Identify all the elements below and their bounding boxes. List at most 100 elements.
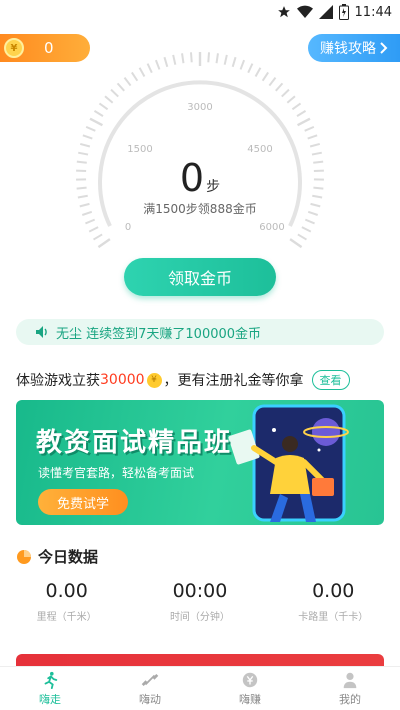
gauge-tick	[82, 134, 93, 140]
gauge-tick	[291, 102, 302, 111]
gauge-tick-label-4500: 4500	[247, 144, 272, 155]
banner-illustration	[228, 404, 349, 522]
stat-label: 卡路里（千卡）	[298, 612, 369, 623]
gauge-tick	[297, 233, 307, 241]
tab-label: 嗨赚	[239, 692, 261, 706]
banner-subtitle: 读懂考官套路，轻松备考面试	[38, 466, 195, 480]
gauge-tick	[304, 218, 315, 225]
gauge-tick	[172, 54, 177, 65]
gauge-tick	[110, 88, 119, 98]
gauge-tick	[215, 53, 219, 64]
gauge-tick-label-6000: 6000	[259, 222, 284, 233]
today-data-heading: 今日数据	[16, 546, 98, 567]
tab-walk[interactable]: 嗨走	[0, 667, 100, 710]
gauge-tick	[138, 67, 146, 77]
battery-icon	[338, 4, 349, 20]
tab-mine[interactable]: 我的	[300, 667, 400, 710]
gauge-tick	[268, 77, 277, 87]
promo-suffix: ，更有注册礼金等你拿	[163, 373, 304, 389]
tab-label: 嗨动	[139, 692, 161, 706]
tab-earn[interactable]: 嗨赚	[200, 667, 300, 710]
wifi-icon	[296, 5, 313, 19]
gauge-tick	[116, 82, 125, 92]
gauge-tick	[281, 88, 290, 98]
notice-bar: 无尘 连续签到7天赚了100000金币	[16, 319, 384, 345]
promo-line: 体验游戏立获 30000 ¥ ，更有注册礼金等你拿 查看	[16, 369, 384, 391]
gauge-tick	[301, 226, 312, 233]
today-stats: 0.00 里程（千米） 00:00 时间（分钟） 0.00 卡路里（千卡）	[0, 580, 400, 630]
gauge-tick	[307, 134, 318, 140]
gauge-tick	[146, 63, 153, 74]
promo-prefix: 体验游戏立获	[16, 373, 100, 389]
gauge-tick	[254, 67, 262, 77]
gauge-tick	[98, 102, 109, 111]
gauge-tick	[247, 63, 254, 74]
view-button[interactable]: 查看	[311, 370, 350, 390]
gauge-tick	[93, 233, 103, 241]
stat-value: 0.00	[312, 580, 355, 602]
banner-title: 教资面试精品班	[36, 428, 233, 458]
tab-label: 嗨走	[39, 692, 61, 706]
runner-icon	[44, 671, 58, 689]
status-bar: 11:44	[0, 0, 400, 24]
promo-amount: 30000	[100, 372, 145, 388]
coin-count: 0	[44, 39, 54, 57]
status-time: 11:44	[354, 4, 392, 20]
gauge-tick	[79, 142, 91, 148]
gauge-tick-label-3000: 3000	[187, 102, 212, 113]
gauge-tick	[104, 95, 114, 104]
gauge-tick	[223, 54, 228, 65]
gauge-tick	[88, 226, 99, 233]
speaker-icon	[36, 326, 47, 338]
gauge-tick	[163, 56, 169, 68]
gauge-tick	[85, 125, 96, 132]
claim-coins-button[interactable]: 领取金币	[124, 258, 276, 296]
gauge-tick	[275, 82, 284, 92]
steps-unit: 步	[206, 179, 221, 195]
gauge-tick	[289, 238, 303, 249]
notice-text: 无尘 连续签到7天赚了100000金币	[56, 326, 262, 342]
gauge-tick	[231, 56, 237, 68]
gauge-tick	[296, 110, 307, 118]
gauge-tick	[93, 110, 104, 118]
yen-coin-icon: ¥	[146, 372, 162, 388]
person-icon	[343, 672, 357, 688]
pie-chart-icon	[17, 549, 31, 564]
tab-label: 我的	[339, 692, 361, 706]
gauge-tick	[286, 95, 296, 104]
gauge-tick	[207, 52, 211, 63]
gauge-tick	[311, 151, 322, 156]
steps-value: 0	[179, 156, 205, 200]
bottom-tab-bar: 嗨走 嗨动 嗨赚 我的	[0, 666, 400, 710]
gauge-tick	[85, 218, 96, 225]
tab-move[interactable]: 嗨动	[100, 667, 200, 710]
steps-hint: 满1500步领888金币	[143, 202, 257, 216]
gauge-tick	[261, 71, 269, 82]
promo-banner[interactable]: 教资面试精品班 读懂考官套路，轻松备考面试 免费试学	[16, 400, 384, 525]
gauge-tick-label-0: 0	[125, 222, 131, 233]
gauge-tick	[239, 59, 246, 70]
stat-value: 00:00	[172, 580, 228, 602]
stat-distance: 0.00 里程（千米）	[0, 580, 133, 630]
coin-icon: ¥	[4, 38, 24, 58]
gauge-tick	[78, 151, 89, 156]
gauge-tick	[123, 77, 132, 87]
signal-icon	[318, 5, 333, 19]
gauge-tick	[297, 117, 311, 127]
stat-time: 00:00 时间（分钟）	[133, 580, 266, 630]
stat-value: 0.00	[45, 580, 88, 602]
gauge-tick	[154, 59, 161, 70]
today-data-title: 今日数据	[38, 548, 99, 566]
gauge-tick	[309, 142, 321, 148]
free-trial-button[interactable]: 免费试学	[38, 489, 128, 515]
star-icon	[277, 6, 290, 18]
coin-symbol: ¥	[10, 42, 18, 54]
gauge-tick	[181, 53, 185, 64]
gauge-tick	[304, 125, 315, 132]
coin-icon	[242, 672, 258, 687]
stat-calories: 0.00 卡路里（千卡）	[267, 580, 400, 630]
gauge-tick	[131, 71, 139, 82]
dumbbell-icon	[141, 673, 159, 686]
gauge-tick	[189, 52, 193, 63]
stat-label: 里程（千米）	[36, 612, 97, 623]
